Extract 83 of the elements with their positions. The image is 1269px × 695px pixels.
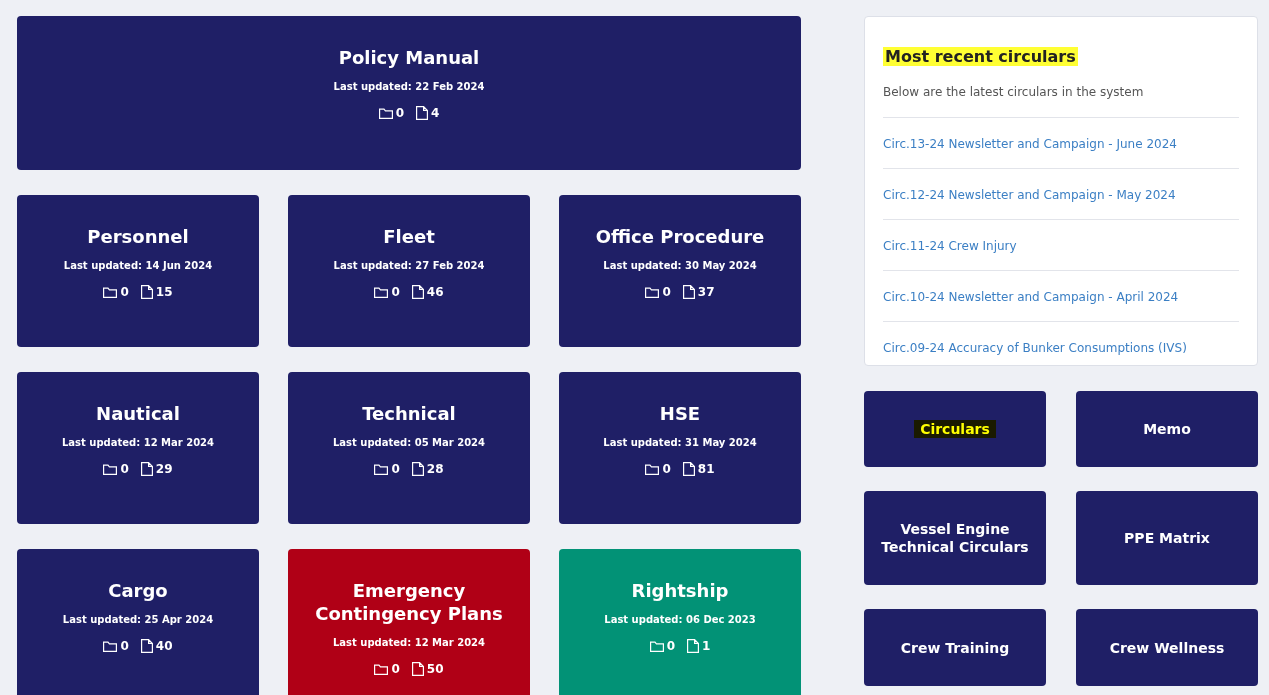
category-card[interactable]: Fleet Last updated: 27 Feb 2024 0 46	[288, 195, 530, 347]
last-updated: Last updated: 25 Apr 2024	[62, 613, 214, 627]
folder-icon	[649, 640, 664, 652]
shortcut-button[interactable]: PPE Matrix	[1076, 491, 1258, 585]
shortcut-button[interactable]: Crew Wellness	[1076, 609, 1258, 686]
document-icon	[687, 639, 699, 653]
category-card[interactable]: Rightship Last updated: 06 Dec 2023 0 1	[559, 549, 801, 695]
card-title: Nautical	[95, 402, 181, 425]
document-icon	[682, 285, 695, 299]
document-count: 1	[702, 638, 711, 655]
folder-icon	[645, 286, 660, 298]
folder-icon	[103, 286, 118, 298]
folder-count: 0	[666, 638, 675, 655]
last-updated: Last updated: 06 Dec 2023	[604, 613, 756, 627]
card-title: Emergency Contingency Plans	[314, 579, 504, 625]
document-icon	[682, 462, 695, 476]
document-count: 29	[155, 461, 173, 478]
document-icon	[411, 462, 424, 476]
folder-icon	[378, 107, 393, 119]
last-updated: Last updated: 30 May 2024	[603, 259, 757, 273]
document-count: 15	[155, 284, 173, 301]
last-updated: Last updated: 12 Mar 2024	[332, 636, 486, 650]
folder-count: 0	[120, 284, 129, 301]
document-icon	[140, 639, 153, 653]
category-card[interactable]: HSE Last updated: 31 May 2024 0 81	[559, 372, 801, 524]
folder-count: 0	[662, 461, 671, 478]
folder-count: 0	[120, 638, 129, 655]
shortcut-button[interactable]: Memo	[1076, 391, 1258, 467]
folder-icon	[103, 463, 118, 475]
shortcut-button[interactable]: Crew Training	[864, 609, 1046, 686]
folder-count: 0	[391, 461, 400, 478]
circular-link[interactable]: Circ.10-24 Newsletter and Campaign - April 2024	[883, 290, 1179, 304]
document-count: 40	[155, 638, 173, 655]
folder-count: 0	[395, 105, 404, 122]
last-updated: Last updated: 14 Jun 2024	[63, 259, 213, 273]
category-card[interactable]: Office Procedure Last updated: 30 May 2024 0 37	[559, 195, 801, 347]
document-count: 28	[426, 461, 444, 478]
last-updated: Last updated: 12 Mar 2024	[61, 436, 215, 450]
folder-icon	[645, 463, 660, 475]
document-count: 37	[697, 284, 715, 301]
card-title: Fleet	[382, 225, 436, 248]
card-title: Office Procedure	[594, 225, 766, 248]
circular-link[interactable]: Circ.12-24 Newsletter and Campaign - May 2024	[883, 188, 1176, 202]
last-updated: Last updated: 27 Feb 2024	[333, 259, 485, 273]
folder-icon	[374, 663, 389, 675]
folder-icon	[374, 286, 389, 298]
card-title: HSE	[658, 402, 702, 425]
card-title: Cargo	[107, 579, 169, 602]
category-card[interactable]: Emergency Contingency Plans Last updated: 12 Mar 2024 0 50	[288, 549, 530, 695]
document-count: 4	[431, 105, 440, 122]
last-updated: Last updated: 31 May 2024	[603, 436, 757, 450]
category-card[interactable]: Technical Last updated: 05 Mar 2024 0 28	[288, 372, 530, 524]
document-icon	[140, 285, 153, 299]
document-icon	[411, 285, 424, 299]
category-card[interactable]: Personnel Last updated: 14 Jun 2024 0 15	[17, 195, 259, 347]
category-card[interactable]: Cargo Last updated: 25 Apr 2024 0 40	[17, 549, 259, 695]
panel-heading: Most recent circulars	[883, 47, 1078, 66]
last-updated: Last updated: 22 Feb 2024	[333, 80, 485, 94]
card-title: Personnel	[86, 225, 190, 248]
document-count: 46	[426, 284, 444, 301]
panel-subtitle: Below are the latest circulars in the system	[883, 83, 1239, 118]
circular-link[interactable]: Circ.09-24 Accuracy of Bunker Consumptions (IVS)	[883, 341, 1187, 355]
category-card[interactable]: Policy Manual Last updated: 22 Feb 2024 0 4	[17, 16, 801, 170]
folder-count: 0	[662, 284, 671, 301]
document-icon	[411, 662, 424, 676]
last-updated: Last updated: 05 Mar 2024	[332, 436, 486, 450]
shortcut-button[interactable]: Circulars	[864, 391, 1046, 467]
folder-icon	[103, 640, 118, 652]
circular-link[interactable]: Circ.13-24 Newsletter and Campaign - June 2024	[883, 137, 1177, 151]
document-icon	[140, 462, 153, 476]
card-title: Rightship	[630, 579, 730, 602]
document-count: 81	[697, 461, 715, 478]
category-card[interactable]: Nautical Last updated: 12 Mar 2024 0 29	[17, 372, 259, 524]
card-title: Technical	[361, 402, 457, 425]
folder-count: 0	[391, 284, 400, 301]
folder-count: 0	[391, 661, 400, 678]
folder-icon	[374, 463, 389, 475]
document-count: 50	[426, 661, 444, 678]
folder-count: 0	[120, 461, 129, 478]
circular-link[interactable]: Circ.11-24 Crew Injury	[883, 239, 1017, 253]
document-icon	[416, 106, 428, 120]
shortcut-button[interactable]: Vessel Engine Technical Circulars	[864, 491, 1046, 585]
card-title: Policy Manual	[337, 46, 481, 69]
